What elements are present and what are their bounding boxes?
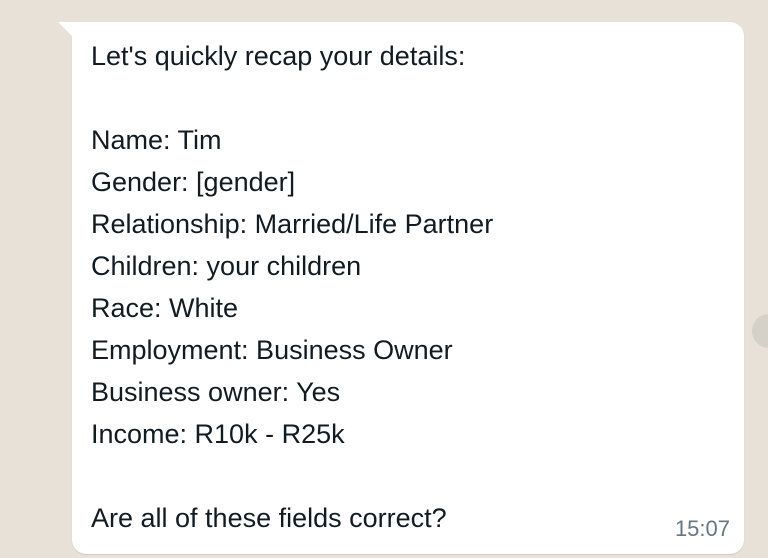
message-bubble-tail — [58, 22, 72, 36]
message-timestamp: 15:07 — [674, 516, 730, 541]
message-text: Let's quickly recap your details: Name: … — [91, 41, 494, 533]
message-bubble[interactable]: Let's quickly recap your details: Name: … — [58, 22, 744, 554]
